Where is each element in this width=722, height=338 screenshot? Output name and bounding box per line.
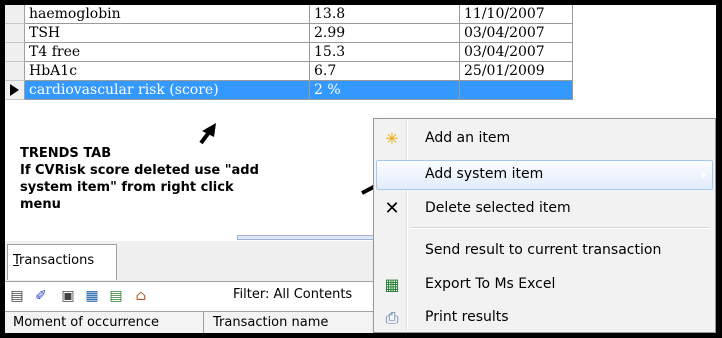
excel-icon: ▦ [384,275,400,294]
menu-separator [410,227,710,229]
menu-item-label: Send result to current transaction [425,242,662,258]
menu-item-export-excel[interactable]: ▦ Export To Ms Excel [376,270,713,300]
menu-item-label: Print results [425,309,509,325]
menu-item-add-system-item[interactable]: Add system item [376,160,713,190]
delete-x-icon: ✕ [384,198,400,219]
submenu-arrow-icon [702,171,706,179]
menu-item-delete-selected-item[interactable]: ✕ Delete selected item [376,194,713,224]
add-item-icon: ✳ [385,129,399,148]
menu-item-label: Delete selected item [425,200,571,216]
menu-item-add-an-item[interactable]: ✳ Add an item [376,124,713,154]
menu-item-label: Export To Ms Excel [425,276,556,292]
menu-item-print-results[interactable]: ⎙ Print results [376,303,713,333]
arrow-to-selected-row [199,123,216,145]
menu-item-send-result[interactable]: Send result to current transaction [376,236,713,266]
context-menu: ✳ Add an item Add system item ✕ Delete s… [373,118,716,333]
menu-item-label: Add an item [425,130,511,146]
printer-icon: ⎙ [385,308,399,327]
application-window: haemoglobin 13.8 11/10/2007 TSH 2.99 03/… [5,5,716,333]
menu-item-label: Add system item [425,166,544,182]
